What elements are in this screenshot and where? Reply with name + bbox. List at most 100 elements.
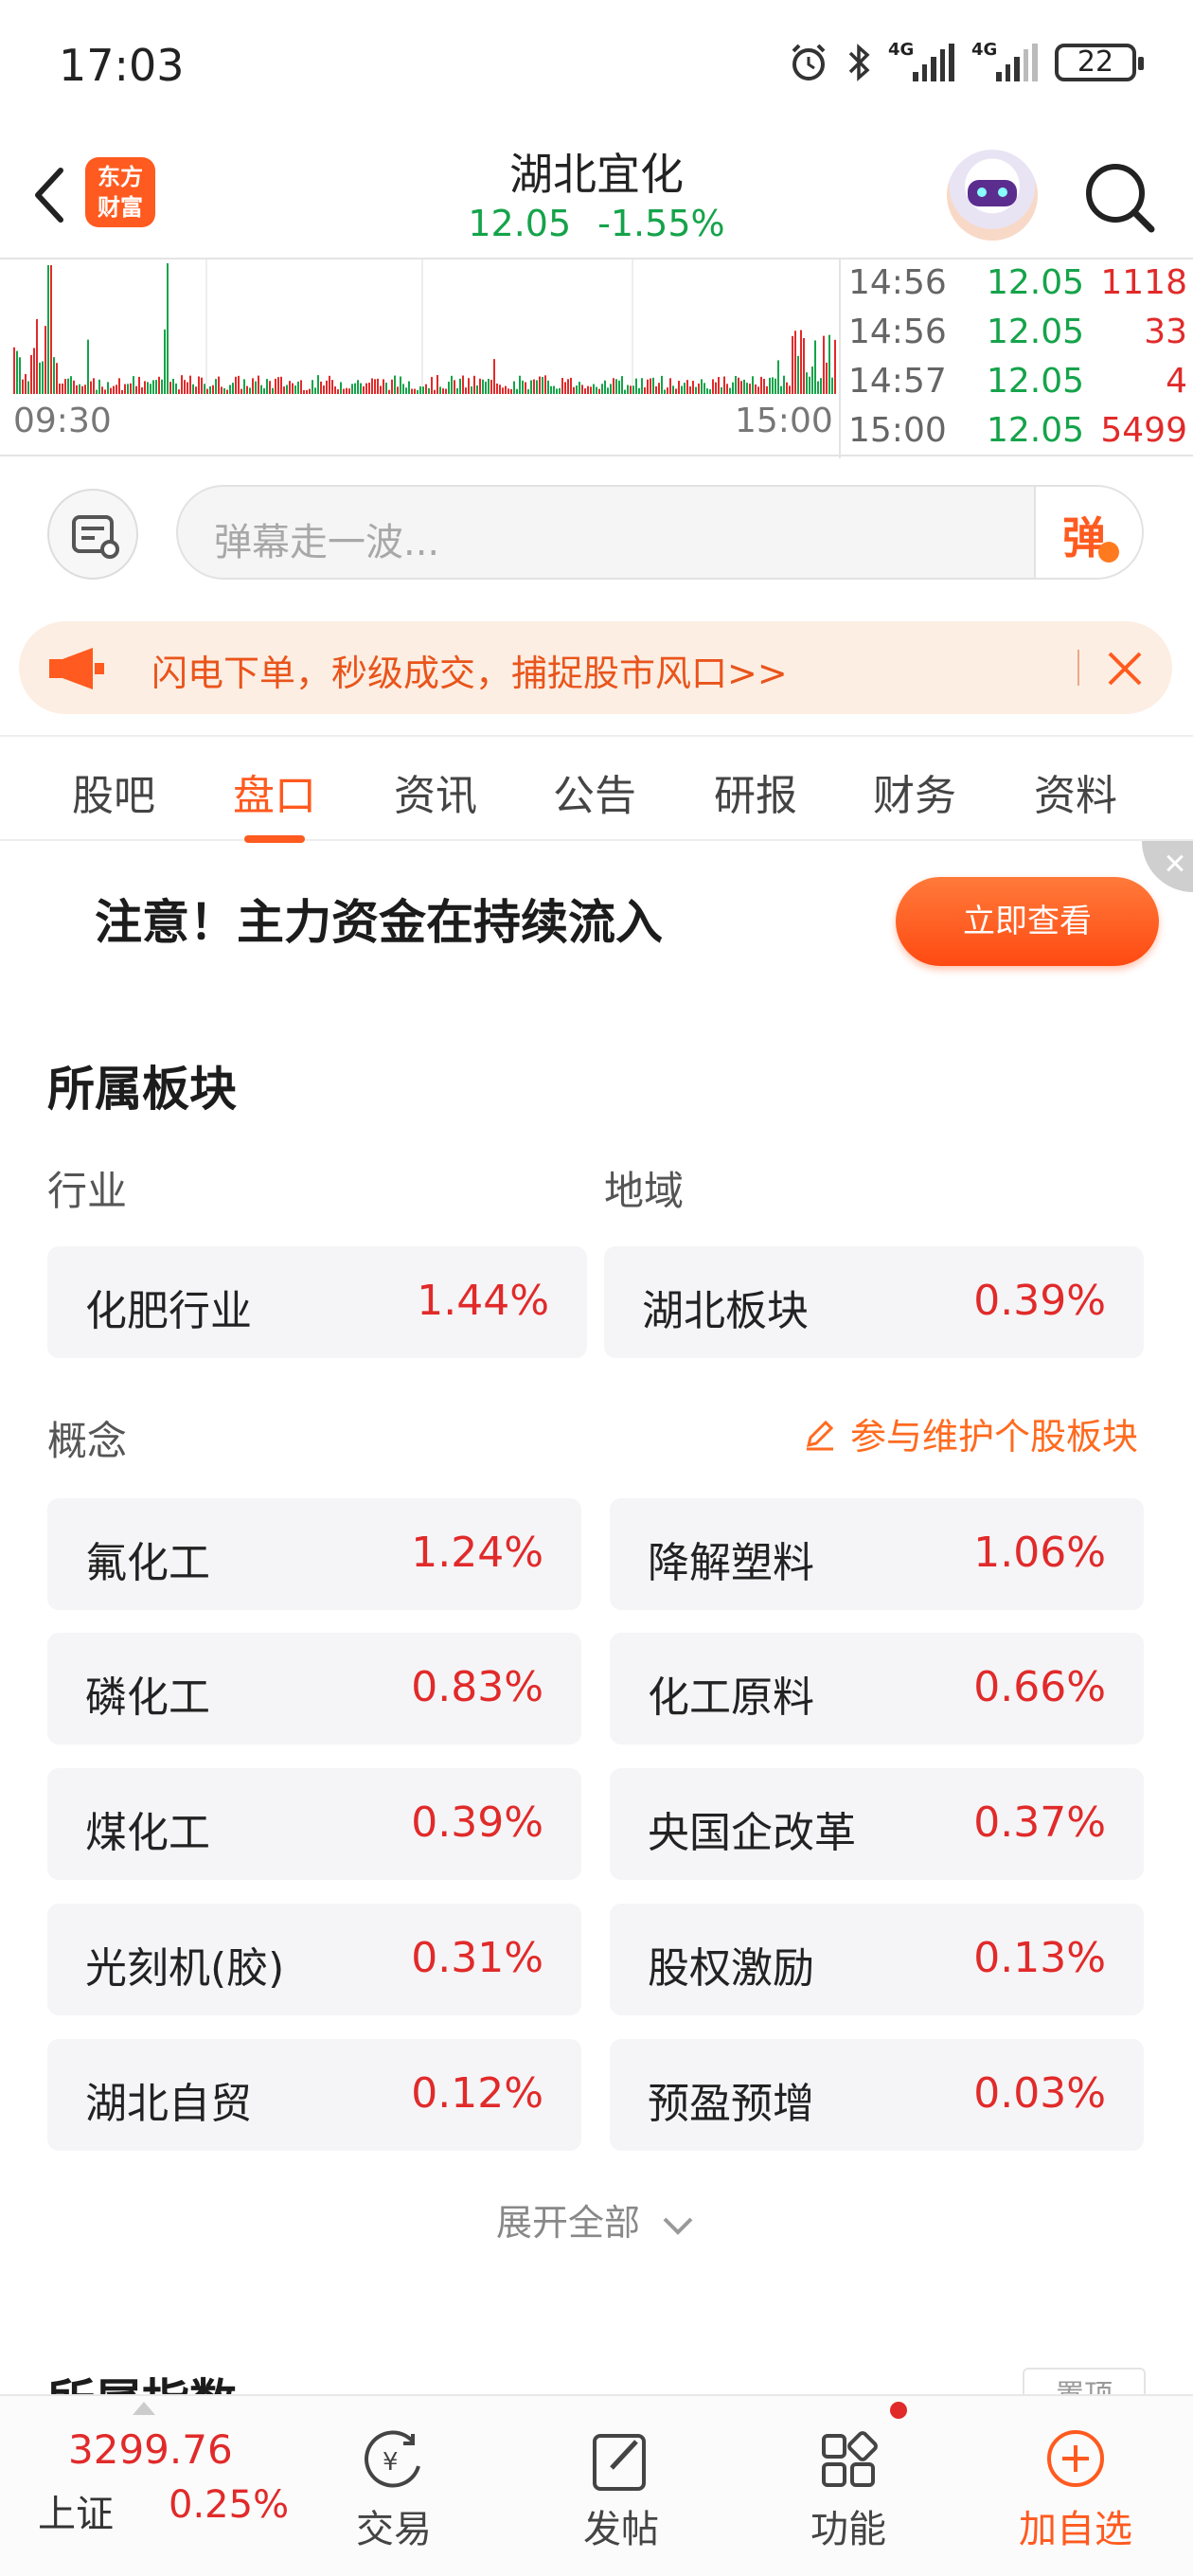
concept-card[interactable]: 降解塑料 1.06% xyxy=(610,1498,1144,1610)
nav-functions[interactable]: 功能 xyxy=(763,2396,934,2576)
concept-card[interactable]: 湖北自贸 0.12% xyxy=(47,2039,581,2151)
volume-bar xyxy=(425,384,427,394)
concept-card[interactable]: 氟化工 1.24% xyxy=(47,1498,581,1610)
volume-bar xyxy=(760,376,762,394)
volume-bar xyxy=(630,385,632,394)
volume-bar xyxy=(505,385,507,394)
tab-guba[interactable]: 股吧 xyxy=(47,761,180,822)
clock: 17:03 xyxy=(59,40,185,91)
nav-post[interactable]: 发帖 xyxy=(536,2396,706,2576)
robot-assistant-icon[interactable] xyxy=(947,150,1038,241)
concept-card[interactable]: 光刻机(胶) 0.31% xyxy=(47,1904,581,2015)
volume-bar xyxy=(695,386,697,394)
volume-bar xyxy=(584,388,586,394)
volume-bar xyxy=(428,387,430,394)
volume-bar xyxy=(346,387,347,394)
volume-bar xyxy=(431,377,433,394)
tab-news[interactable]: 资讯 xyxy=(369,761,502,822)
danmaku-input[interactable]: 弹幕走一波... 弹 xyxy=(176,485,1144,580)
tick-list: 14:56 12.05 1118 14:56 12.05 33 14:57 12.05 4 … xyxy=(839,259,1193,458)
volume-bar xyxy=(757,386,759,394)
intraday-volume-strip[interactable]: 09:30 15:00 14:56 12.05 1118 14:56 12.05 33 … xyxy=(0,258,1193,458)
maintain-sectors-link[interactable]: 参与维护个股板块 xyxy=(801,1407,1138,1459)
view-now-button[interactable]: 立即查看 xyxy=(896,877,1159,966)
volume-bar xyxy=(556,388,558,394)
danmaku-send-button[interactable]: 弹 xyxy=(1034,487,1142,578)
volume-bar xyxy=(195,386,197,394)
signal-icon: 4G xyxy=(888,40,954,81)
volume-bar xyxy=(746,383,748,394)
volume-bar xyxy=(525,382,526,394)
volume-bar xyxy=(50,265,52,394)
concept-card[interactable]: 煤化工 0.39% xyxy=(47,1768,581,1880)
volume-bar xyxy=(718,377,720,394)
volume-bar xyxy=(218,376,220,394)
nav-trade[interactable]: ¥ 交易 xyxy=(309,2396,479,2576)
volume-bar xyxy=(411,388,413,394)
volume-bar xyxy=(334,386,336,394)
sector-card-industry[interactable]: 化肥行业 1.44% xyxy=(47,1246,587,1358)
volume-bar xyxy=(434,389,436,394)
volume-bar xyxy=(175,383,177,394)
sector-card-region[interactable]: 湖北板块 0.39% xyxy=(604,1246,1144,1358)
expand-all-button[interactable]: 展开全部 xyxy=(0,2193,1193,2245)
index-value[interactable]: 3299.76 xyxy=(68,2426,233,2473)
status-icons: 4G 4G 22 xyxy=(788,40,1144,83)
volume-bar xyxy=(783,375,785,394)
volume-bar xyxy=(613,378,614,394)
danmaku-settings-icon[interactable] xyxy=(47,489,138,580)
volume-bar xyxy=(42,361,44,394)
volume-bar xyxy=(351,384,353,394)
change-percent: -1.55% xyxy=(597,203,725,244)
index-change[interactable]: 0.25% xyxy=(169,2483,289,2527)
volume-bar xyxy=(831,377,833,394)
concept-card[interactable]: 央国企改革 0.37% xyxy=(610,1768,1144,1880)
search-icon[interactable] xyxy=(1079,157,1159,237)
concept-card[interactable]: 预盈预增 0.03% xyxy=(610,2039,1144,2151)
volume-bar xyxy=(331,380,333,394)
tab-announcements[interactable]: 公告 xyxy=(528,761,661,822)
volume-bar xyxy=(510,388,512,394)
volume-bar xyxy=(169,382,171,394)
volume-bar xyxy=(25,373,27,394)
concept-card[interactable]: 磷化工 0.83% xyxy=(47,1633,581,1744)
edit-post-icon xyxy=(593,2434,646,2491)
tab-profile[interactable]: 资料 xyxy=(1009,761,1142,822)
volume-bar xyxy=(610,384,612,394)
add-circle-icon xyxy=(1047,2430,1104,2487)
index-name[interactable]: 上证 xyxy=(38,2483,114,2538)
volume-bar xyxy=(272,387,274,394)
volume-bar xyxy=(252,378,254,394)
volume-bar xyxy=(598,388,600,394)
banner-close-icon[interactable] xyxy=(1142,841,1193,892)
volume-bar xyxy=(701,379,703,394)
concept-card[interactable]: 化工原料 0.66% xyxy=(610,1633,1144,1744)
volume-bar xyxy=(39,362,41,394)
volume-bar xyxy=(468,378,470,394)
tab-finance[interactable]: 财务 xyxy=(848,761,981,822)
volume-bar xyxy=(800,330,802,394)
volume-bar xyxy=(777,360,779,394)
volume-bar xyxy=(547,380,549,394)
volume-bar xyxy=(360,383,362,394)
tab-research[interactable]: 研报 xyxy=(689,761,822,822)
end-time-label: 15:00 xyxy=(735,402,833,440)
concept-card[interactable]: 股权激励 0.13% xyxy=(610,1904,1144,2015)
volume-bar xyxy=(400,376,401,394)
volume-bar xyxy=(158,376,160,394)
volume-bar xyxy=(828,334,830,394)
volume-bar xyxy=(368,383,370,394)
volume-bar xyxy=(243,379,245,394)
volume-bar xyxy=(590,386,592,394)
volume-bar xyxy=(769,377,771,394)
volume-bar xyxy=(721,386,722,394)
expand-index-icon[interactable] xyxy=(133,2402,155,2415)
capital-flow-banner: 注意！主力资金在持续流入 立即查看 xyxy=(0,841,1193,1011)
volume-bar xyxy=(107,382,109,394)
promo-bar[interactable]: 闪电下单，秒级成交，捕捉股市风口>> xyxy=(19,621,1172,714)
volume-bar xyxy=(615,379,617,394)
volume-bar xyxy=(422,386,424,394)
nav-add-watchlist[interactable]: 加自选 xyxy=(990,2396,1161,2576)
tab-pankou[interactable]: 盘口 xyxy=(208,761,341,843)
close-icon[interactable] xyxy=(1098,642,1151,695)
